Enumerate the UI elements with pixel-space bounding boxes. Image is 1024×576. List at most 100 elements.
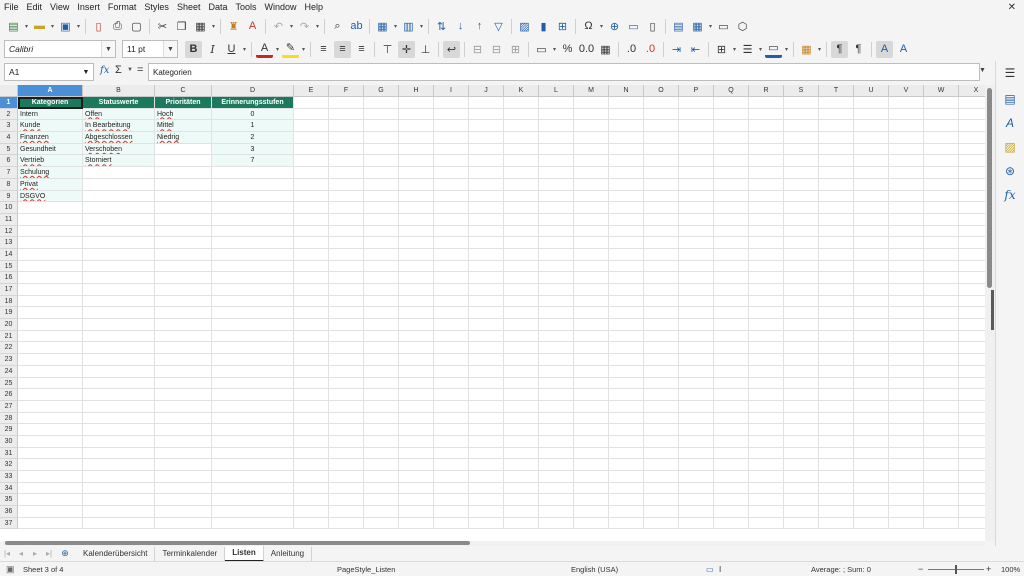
cell-d13[interactable] — [212, 237, 294, 249]
cell-o19[interactable] — [644, 307, 679, 320]
cell-v2[interactable] — [889, 108, 924, 121]
sheet-tab-listen[interactable]: Listen — [225, 545, 264, 562]
cell-w27[interactable] — [924, 400, 959, 413]
cell-t13[interactable] — [819, 237, 854, 249]
cell-k25[interactable] — [504, 377, 539, 390]
cell-r13[interactable] — [749, 237, 784, 249]
cell-p1[interactable] — [679, 97, 714, 109]
cell-m16[interactable] — [574, 272, 609, 284]
cell-x9[interactable] — [959, 191, 985, 203]
cell-n5[interactable] — [609, 143, 644, 156]
row-header-37[interactable]: 37 — [0, 517, 18, 530]
cell-h7[interactable] — [399, 167, 434, 179]
cell-p19[interactable] — [679, 307, 714, 320]
cell-w2[interactable] — [924, 108, 959, 121]
font-size-box[interactable]: 11 pt ▼ — [122, 40, 178, 58]
cell-h8[interactable] — [399, 178, 434, 191]
cell-b25[interactable] — [83, 377, 155, 390]
cell-s24[interactable] — [784, 365, 819, 378]
cell-h36[interactable] — [399, 506, 434, 518]
cell-i19[interactable] — [434, 307, 469, 320]
cell-h6[interactable] — [399, 155, 434, 168]
cell-k23[interactable] — [504, 354, 539, 366]
cell-i32[interactable] — [434, 459, 469, 471]
cell-r6[interactable] — [749, 155, 784, 168]
cell-p17[interactable] — [679, 284, 714, 296]
cell-p23[interactable] — [679, 354, 714, 366]
new-dropdown-icon[interactable]: ▾ — [23, 23, 30, 30]
cell-g30[interactable] — [364, 435, 399, 448]
row-header-23[interactable]: 23 — [0, 354, 18, 366]
cell-c36[interactable] — [155, 506, 212, 518]
cell-x16[interactable] — [959, 272, 985, 284]
cell-j8[interactable] — [469, 178, 504, 191]
cell-j12[interactable] — [469, 225, 504, 238]
cell-h3[interactable] — [399, 120, 434, 133]
left-to-right-icon[interactable]: ¶ — [831, 40, 848, 58]
cell-u32[interactable] — [854, 459, 889, 471]
close-document-icon[interactable]: ✕ — [1008, 0, 1016, 15]
cell-u34[interactable] — [854, 482, 889, 495]
cell-t37[interactable] — [819, 517, 854, 530]
cell-i37[interactable] — [434, 517, 469, 530]
cell-x30[interactable] — [959, 436, 985, 448]
cell-e34[interactable] — [294, 482, 329, 495]
cell-q2[interactable] — [714, 108, 749, 121]
cell-d6[interactable]: 7 — [212, 155, 294, 168]
cell-h19[interactable] — [399, 307, 434, 320]
cell-i2[interactable] — [434, 108, 469, 121]
cell-n31[interactable] — [609, 447, 644, 460]
cell-w23[interactable] — [924, 354, 959, 366]
cell-h27[interactable] — [399, 400, 434, 413]
cell-h35[interactable] — [399, 494, 434, 507]
cell-b29[interactable] — [83, 424, 155, 436]
cell-l12[interactable] — [539, 225, 574, 238]
cell-o25[interactable] — [644, 377, 679, 390]
cell-k28[interactable] — [504, 412, 539, 425]
cell-e6[interactable] — [294, 155, 329, 168]
cell-b11[interactable] — [83, 213, 155, 226]
cell-d34[interactable] — [212, 482, 294, 495]
properties-icon[interactable]: ▤ — [1002, 91, 1018, 107]
cell-p29[interactable] — [679, 424, 714, 436]
cell-x29[interactable] — [959, 424, 985, 436]
row-header-28[interactable]: 28 — [0, 412, 18, 425]
cell-a30[interactable] — [18, 435, 83, 448]
cell-f25[interactable] — [329, 377, 364, 390]
cell-t2[interactable] — [819, 108, 854, 121]
cell-u2[interactable] — [854, 108, 889, 121]
cell-m35[interactable] — [574, 494, 609, 507]
row-header-2[interactable]: 2 — [0, 108, 18, 121]
cell-d27[interactable] — [212, 400, 294, 413]
cell-q21[interactable] — [714, 330, 749, 343]
cell-l25[interactable] — [539, 377, 574, 390]
cell-b23[interactable] — [83, 354, 155, 366]
row-header-10[interactable]: 10 — [0, 202, 18, 214]
cell-u4[interactable] — [854, 132, 889, 144]
cell-o31[interactable] — [644, 447, 679, 460]
cell-c12[interactable] — [155, 225, 212, 238]
cell-e15[interactable] — [294, 260, 329, 273]
cell-x36[interactable] — [959, 506, 985, 518]
cell-s34[interactable] — [784, 482, 819, 495]
column-header-r[interactable]: R — [749, 85, 784, 97]
cell-q1[interactable] — [714, 97, 749, 109]
cell-i27[interactable] — [434, 400, 469, 413]
cell-u29[interactable] — [854, 424, 889, 436]
cell-o14[interactable] — [644, 248, 679, 261]
cell-c1[interactable]: Prioritäten — [155, 97, 212, 109]
cell-b13[interactable] — [83, 237, 155, 249]
cell-m3[interactable] — [574, 120, 609, 133]
cell-l26[interactable] — [539, 389, 574, 401]
cell-f6[interactable] — [329, 155, 364, 168]
increase-indent-icon[interactable]: ⇥ — [668, 41, 685, 58]
row-header-29[interactable]: 29 — [0, 424, 18, 436]
cell-m19[interactable] — [574, 307, 609, 320]
cell-f12[interactable] — [329, 225, 364, 238]
cell-n24[interactable] — [609, 365, 644, 378]
cell-x25[interactable] — [959, 378, 985, 390]
cell-n27[interactable] — [609, 400, 644, 413]
cell-j10[interactable] — [469, 202, 504, 214]
cell-b6[interactable]: Storniert — [83, 155, 155, 168]
cell-n29[interactable] — [609, 424, 644, 436]
